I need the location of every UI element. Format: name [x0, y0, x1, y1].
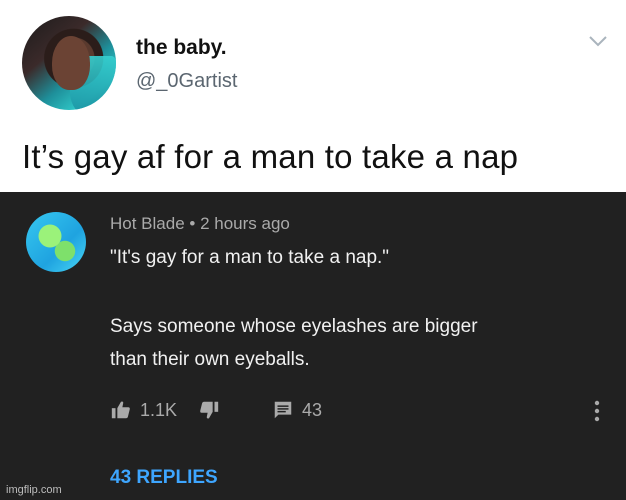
- comment-meta: Hot Blade • 2 hours ago: [110, 214, 290, 234]
- reply-count: 43: [302, 400, 323, 420]
- like-count: 1.1K: [140, 400, 178, 420]
- view-replies-link[interactable]: 43 REPLIES: [110, 467, 218, 489]
- tweet-display-name[interactable]: the baby.: [136, 36, 227, 60]
- tweet-card: the baby. @_0Gartist It’s gay af for a m…: [0, 0, 626, 192]
- comment-card: Hot Blade • 2 hours ago "It's gay for a …: [0, 192, 626, 500]
- comment-author[interactable]: Hot Blade: [110, 214, 185, 233]
- comment-icon[interactable]: [272, 399, 294, 421]
- comment-actions: 1.1K 43: [110, 398, 610, 422]
- thumbs-up-icon[interactable]: [110, 399, 132, 421]
- chevron-down-icon[interactable]: [588, 34, 608, 48]
- comment-text-line-2: Says someone whose eyelashes are bigger: [110, 316, 478, 337]
- tweet-avatar[interactable]: [22, 16, 116, 110]
- comment-text-line-3: than their own eyeballs.: [110, 349, 310, 370]
- more-options-icon[interactable]: [594, 400, 600, 422]
- comment-avatar[interactable]: [26, 212, 86, 272]
- comment-time: 2 hours ago: [200, 214, 290, 233]
- tweet-text: It’s gay af for a man to take a nap: [22, 138, 519, 175]
- watermark: imgflip.com: [6, 484, 62, 496]
- meta-separator: •: [189, 214, 196, 233]
- thumbs-down-icon[interactable]: [198, 399, 220, 421]
- comment-text-line-1: "It's gay for a man to take a nap.": [110, 247, 390, 268]
- tweet-handle[interactable]: @_0Gartist: [136, 70, 237, 93]
- avatar-face: [52, 36, 90, 90]
